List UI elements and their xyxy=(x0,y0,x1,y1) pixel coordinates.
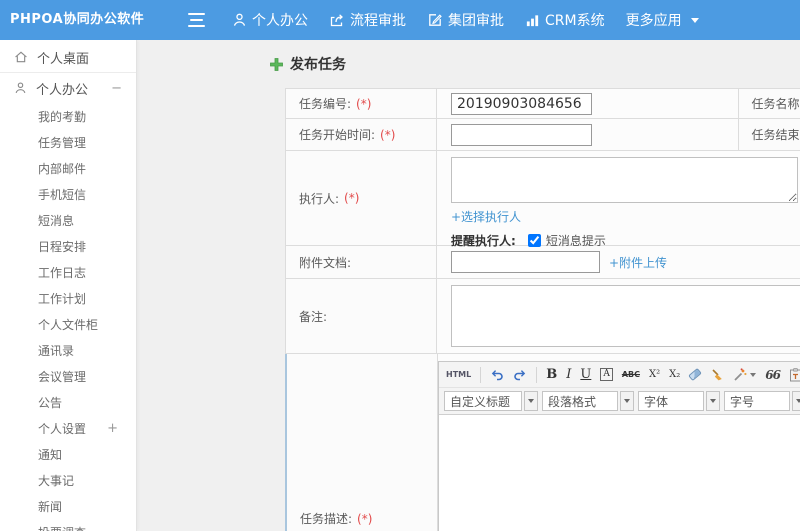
sidebar-item-task-management[interactable]: 任务管理 xyxy=(0,129,136,155)
chevron-down-icon xyxy=(620,391,634,411)
add-icon xyxy=(270,57,283,71)
paragraph-format-select[interactable]: 段落格式 xyxy=(542,391,634,411)
start-time-label: 任务开始时间: (*) xyxy=(286,119,437,151)
sidebar-item-notice[interactable]: 通知 xyxy=(0,441,136,467)
sidebar-item-short-message[interactable]: 短消息 xyxy=(0,207,136,233)
user-icon xyxy=(233,13,246,26)
remark-label: 备注: xyxy=(286,279,437,354)
custom-title-select[interactable]: 自定义标题 xyxy=(444,391,538,411)
editor-toolbar-row1: HTML B I U A ABC X² X₂ 66 xyxy=(439,362,800,388)
app-logo: PHPOA协同办公软件 xyxy=(10,12,145,27)
subscript-button[interactable]: X₂ xyxy=(669,369,680,380)
page-title: 发布任务 xyxy=(270,54,346,74)
required-mark: (*) xyxy=(380,127,396,142)
sidebar-item-schedule[interactable]: 日程安排 xyxy=(0,233,136,259)
chevron-down-icon xyxy=(690,17,699,23)
executor-label: 执行人: (*) xyxy=(286,151,437,246)
sidebar-item-personal-settings[interactable]: 个人设置 + xyxy=(0,415,136,441)
crm-chart-icon xyxy=(526,14,539,26)
sidebar-item-contacts[interactable]: 通讯录 xyxy=(0,337,136,363)
sidebar-item-announcement[interactable]: 公告 xyxy=(0,389,136,415)
nav-label: 更多应用 xyxy=(625,13,682,29)
menu-icon[interactable] xyxy=(188,13,205,27)
strikethrough-button[interactable]: ABC xyxy=(622,370,640,379)
required-mark: (*) xyxy=(344,191,360,205)
undo-icon[interactable] xyxy=(490,368,504,381)
task-number-label: 任务编号: (*) xyxy=(286,89,437,119)
top-nav-menu: 个人办公 流程审批 集团审批 CRM系统 更多应用 xyxy=(232,0,699,40)
sidebar-item-work-plan[interactable]: 工作计划 xyxy=(0,285,136,311)
rich-text-editor: HTML B I U A ABC X² X₂ 66 自定义标题 段落格式 字体 … xyxy=(438,361,800,531)
nav-group-approval[interactable]: 集团审批 xyxy=(427,10,504,30)
divider xyxy=(480,366,482,383)
editor-toolbar-row2: 自定义标题 段落格式 字体 字号 xyxy=(439,388,800,415)
sidebar-item-work-log[interactable]: 工作日志 xyxy=(0,259,136,285)
task-number-input[interactable] xyxy=(451,92,592,115)
eraser-icon[interactable] xyxy=(688,367,703,382)
end-time-label: 任务结束时间: (*) xyxy=(738,119,800,151)
top-navigation-bar: PHPOA协同办公软件 个人办公 流程审批 集团审批 CRM系统 更多应用 xyxy=(0,0,800,40)
nav-more-apps[interactable]: 更多应用 xyxy=(626,10,699,30)
magic-wand-icon[interactable] xyxy=(733,367,757,382)
sidebar-item-news[interactable]: 新闻 xyxy=(0,493,136,519)
sidebar-item-major-events[interactable]: 大事记 xyxy=(0,467,136,493)
nav-flow-approval[interactable]: 流程审批 xyxy=(329,10,406,30)
sidebar-item-personal-cabinet[interactable]: 个人文件柜 xyxy=(0,311,136,337)
sidebar-item-my-attendance[interactable]: 我的考勤 xyxy=(0,103,136,129)
required-mark: (*) xyxy=(357,511,373,526)
task-name-label: 任务名称: (*) xyxy=(738,89,800,119)
user-icon xyxy=(15,82,26,94)
collapse-icon[interactable]: − xyxy=(111,82,122,95)
font-size-select[interactable]: 字号 xyxy=(724,391,800,411)
home-icon xyxy=(15,51,27,63)
executor-textarea[interactable] xyxy=(451,157,798,203)
format-brush-icon[interactable] xyxy=(710,368,724,382)
divider xyxy=(536,366,538,383)
font-style-box-button[interactable]: A xyxy=(600,368,613,381)
task-form: 任务编号: (*) 任务名称: (*) 任务开始时间: (*) 任务结束时间: … xyxy=(285,88,800,531)
group-approval-icon xyxy=(429,14,442,26)
attachment-upload-link[interactable]: +附件上传 xyxy=(609,254,667,271)
underline-button[interactable]: U xyxy=(580,367,591,382)
nav-label: 流程审批 xyxy=(350,13,406,29)
editor-content-area[interactable] xyxy=(439,415,800,531)
redo-icon[interactable] xyxy=(513,368,527,381)
sidebar-item-mobile-sms[interactable]: 手机短信 xyxy=(0,181,136,207)
bold-button[interactable]: B xyxy=(546,367,557,382)
chevron-down-icon xyxy=(750,372,757,377)
superscript-button[interactable]: X² xyxy=(649,369,660,380)
italic-button[interactable]: I xyxy=(566,367,571,382)
remark-textarea[interactable] xyxy=(451,285,800,347)
flow-approval-icon xyxy=(330,14,343,27)
description-label: 任务描述: (*) xyxy=(287,354,438,531)
sidebar-item-personal-office[interactable]: 个人办公 − xyxy=(0,73,136,103)
nav-personal-office[interactable]: 个人办公 xyxy=(232,10,308,30)
sidebar-item-personal-desktop[interactable]: 个人桌面 xyxy=(0,42,136,72)
nav-label: 个人办公 xyxy=(252,13,308,29)
required-mark: (*) xyxy=(356,96,372,111)
html-source-button[interactable]: HTML xyxy=(446,370,471,379)
font-family-select[interactable]: 字体 xyxy=(638,391,720,411)
nav-label: CRM系统 xyxy=(545,13,605,29)
attachment-label: 附件文档: xyxy=(286,246,437,279)
expand-icon[interactable]: + xyxy=(107,422,118,435)
attachment-input[interactable] xyxy=(451,251,600,273)
nav-label: 集团审批 xyxy=(448,13,504,29)
sidebar-item-internal-mail[interactable]: 内部邮件 xyxy=(0,155,136,181)
chevron-down-icon xyxy=(524,391,538,411)
chevron-down-icon xyxy=(792,391,800,411)
nav-crm-system[interactable]: CRM系统 xyxy=(525,10,605,30)
paste-text-icon[interactable] xyxy=(789,367,800,382)
sidebar-item-meeting-management[interactable]: 会议管理 xyxy=(0,363,136,389)
chevron-down-icon xyxy=(706,391,720,411)
select-executor-link[interactable]: +选择执行人 xyxy=(451,210,521,224)
sidebar: 个人桌面 个人办公 − 我的考勤 任务管理 内部邮件 手机短信 短消息 日程安排… xyxy=(0,40,137,531)
blockquote-button[interactable]: 66 xyxy=(765,368,781,382)
sidebar-item-vote-survey[interactable]: 投票调查 xyxy=(0,519,136,531)
start-time-input[interactable] xyxy=(451,123,592,146)
